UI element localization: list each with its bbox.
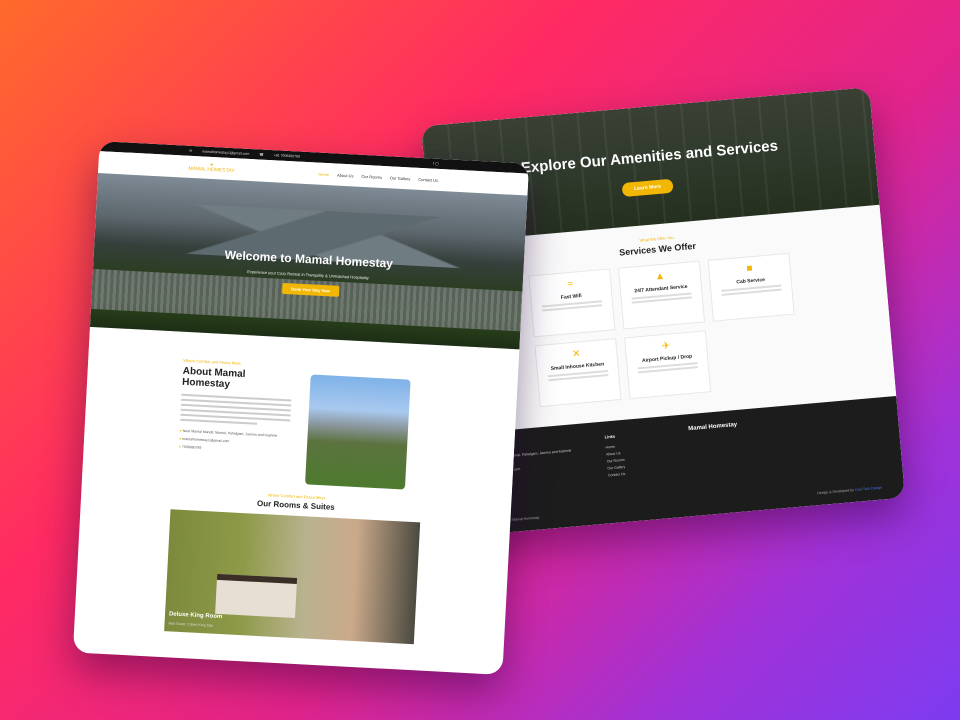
room-card[interactable]: Deluxe King Room Max Guest: 2 Bed: King … [164,509,421,645]
room-details: Max Guest: 2 Bed: King Size [168,621,214,628]
about-title: About Mamal Homestay [181,365,246,391]
service-card[interactable]: ≈ Fast Wifi [528,268,616,338]
topbar-phone[interactable]: +91 7006960789 [274,153,301,158]
phone-icon: ☎ [259,152,264,157]
service-card[interactable]: ✈ Airport Pickup / Drop [624,330,712,400]
nav-gallery[interactable]: Our Gallery [390,175,411,181]
topbar-email[interactable]: mamalhomestay1@gmail.com [202,149,249,155]
designer-link[interactable]: Cool Tech Design [855,486,883,492]
nav-rooms[interactable]: Our Rooms [361,173,382,179]
footer-credit: Design & Developed by Cool Tech Design [817,485,883,496]
about-photo [305,374,411,490]
mail-icon: ✉ [189,148,193,153]
service-card[interactable]: ▲ 24/7 Attendant Service [617,260,706,330]
service-card[interactable]: ✕ Small Inhouse Kitchen [534,338,622,408]
footer-brand: Mamal Homestay [688,421,738,433]
nav-about[interactable]: About Us [337,172,354,178]
nav-home[interactable]: Home [318,171,329,177]
social-icons[interactable]: f ◯ [433,162,439,166]
nav-contact[interactable]: Contact Us [418,176,438,182]
rooms-section: Where Comfort and Peace Meet Our Rooms &… [74,477,511,649]
home-hero: Welcome to Mamal Homestay Experience you… [89,173,528,350]
service-card[interactable]: ■ Cab Service [707,252,795,322]
footer-links-heading: Links [604,433,616,440]
learn-more-button[interactable]: Learn More [621,178,674,198]
site-logo[interactable]: ● MAMAL HOMESTAY [188,162,235,174]
about-section: Where Comfort and Peace Meet About Mamal… [82,326,520,500]
homepage-screenshot: ✉ mamalhomestay1@gmail.com ☎ +91 7006960… [72,141,530,675]
